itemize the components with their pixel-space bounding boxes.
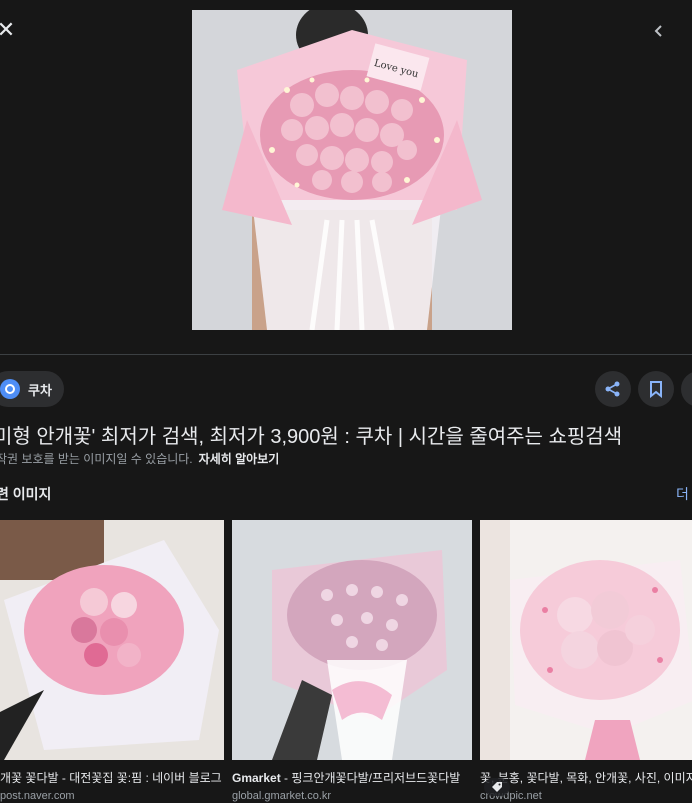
related-images-heading: 련 이미지 xyxy=(0,486,52,502)
related-thumbnail[interactable] xyxy=(0,520,224,760)
copyright-notice: 작권 보호를 받는 이미지일 수 있습니다. 자세히 알아보기 xyxy=(0,450,279,467)
related-card-title: Gmarket - 핑크안개꽃다발/프리저브드꽃다발 xyxy=(232,769,472,786)
share-button[interactable] xyxy=(595,371,631,407)
related-thumbnail[interactable] xyxy=(232,520,472,760)
bookmark-icon xyxy=(650,381,662,398)
source-name: 쿠차 xyxy=(28,382,52,398)
previous-image-button[interactable] xyxy=(644,16,674,46)
close-icon: ✕ xyxy=(0,17,16,42)
related-card-subtitle: - 대전꽃집 꽃:핌 : 네이버 블로그 xyxy=(58,771,222,785)
related-image-card[interactable]: 개꽃 꽃다발 - 대전꽃집 꽃:핌 : 네이버 블로그 post.naver.c… xyxy=(0,520,224,802)
learn-more-link[interactable]: 자세히 알아보기 xyxy=(199,452,280,466)
source-favicon-icon xyxy=(0,379,20,399)
related-card-subtitle: - 핑크안개꽃다발/프리저브드꽃다발 xyxy=(280,771,461,785)
main-image[interactable]: Love you xyxy=(192,10,512,330)
related-card-source: 꽃, 분홍, 꽃다발, 목화, 안개꽃, 사진, 이미지 xyxy=(480,771,692,785)
save-button[interactable] xyxy=(638,371,674,407)
related-card-domain: crowdpic.net xyxy=(480,790,542,802)
more-options-button[interactable] xyxy=(681,371,692,407)
related-card-title: 꽃, 분홍, 꽃다발, 목화, 안개꽃, 사진, 이미지 xyxy=(480,769,692,786)
related-card-domain: post.naver.com xyxy=(0,790,75,802)
tag-icon xyxy=(484,778,510,796)
copyright-notice-text: 작권 보호를 받는 이미지일 수 있습니다. xyxy=(0,452,193,466)
share-icon xyxy=(605,381,620,397)
related-image-card[interactable]: Gmarket - 핑크안개꽃다발/프리저브드꽃다발 global.gmarke… xyxy=(232,520,472,802)
source-chip[interactable]: 쿠차 xyxy=(0,371,64,407)
bouquet-photo: Love you xyxy=(192,10,512,330)
divider xyxy=(0,354,692,355)
related-thumbnail[interactable] xyxy=(480,520,692,760)
chevron-left-icon xyxy=(654,25,662,37)
related-card-source: Gmarket xyxy=(232,771,281,785)
related-image-card[interactable]: 꽃, 분홍, 꽃다발, 목화, 안개꽃, 사진, 이미지 crowdpic.ne… xyxy=(480,520,692,802)
related-card-source: 개꽃 꽃다발 xyxy=(0,771,59,785)
close-button[interactable]: ✕ xyxy=(0,16,20,44)
result-title[interactable]: 미형 안개꽃' 최저가 검색, 최저가 3,900원 : 쿠차 | 시간을 줄여… xyxy=(0,420,692,449)
related-card-domain: global.gmarket.co.kr xyxy=(232,790,332,802)
related-card-title: 개꽃 꽃다발 - 대전꽃집 꽃:핌 : 네이버 블로그 xyxy=(0,769,224,786)
more-link[interactable]: 더 xyxy=(676,484,689,504)
